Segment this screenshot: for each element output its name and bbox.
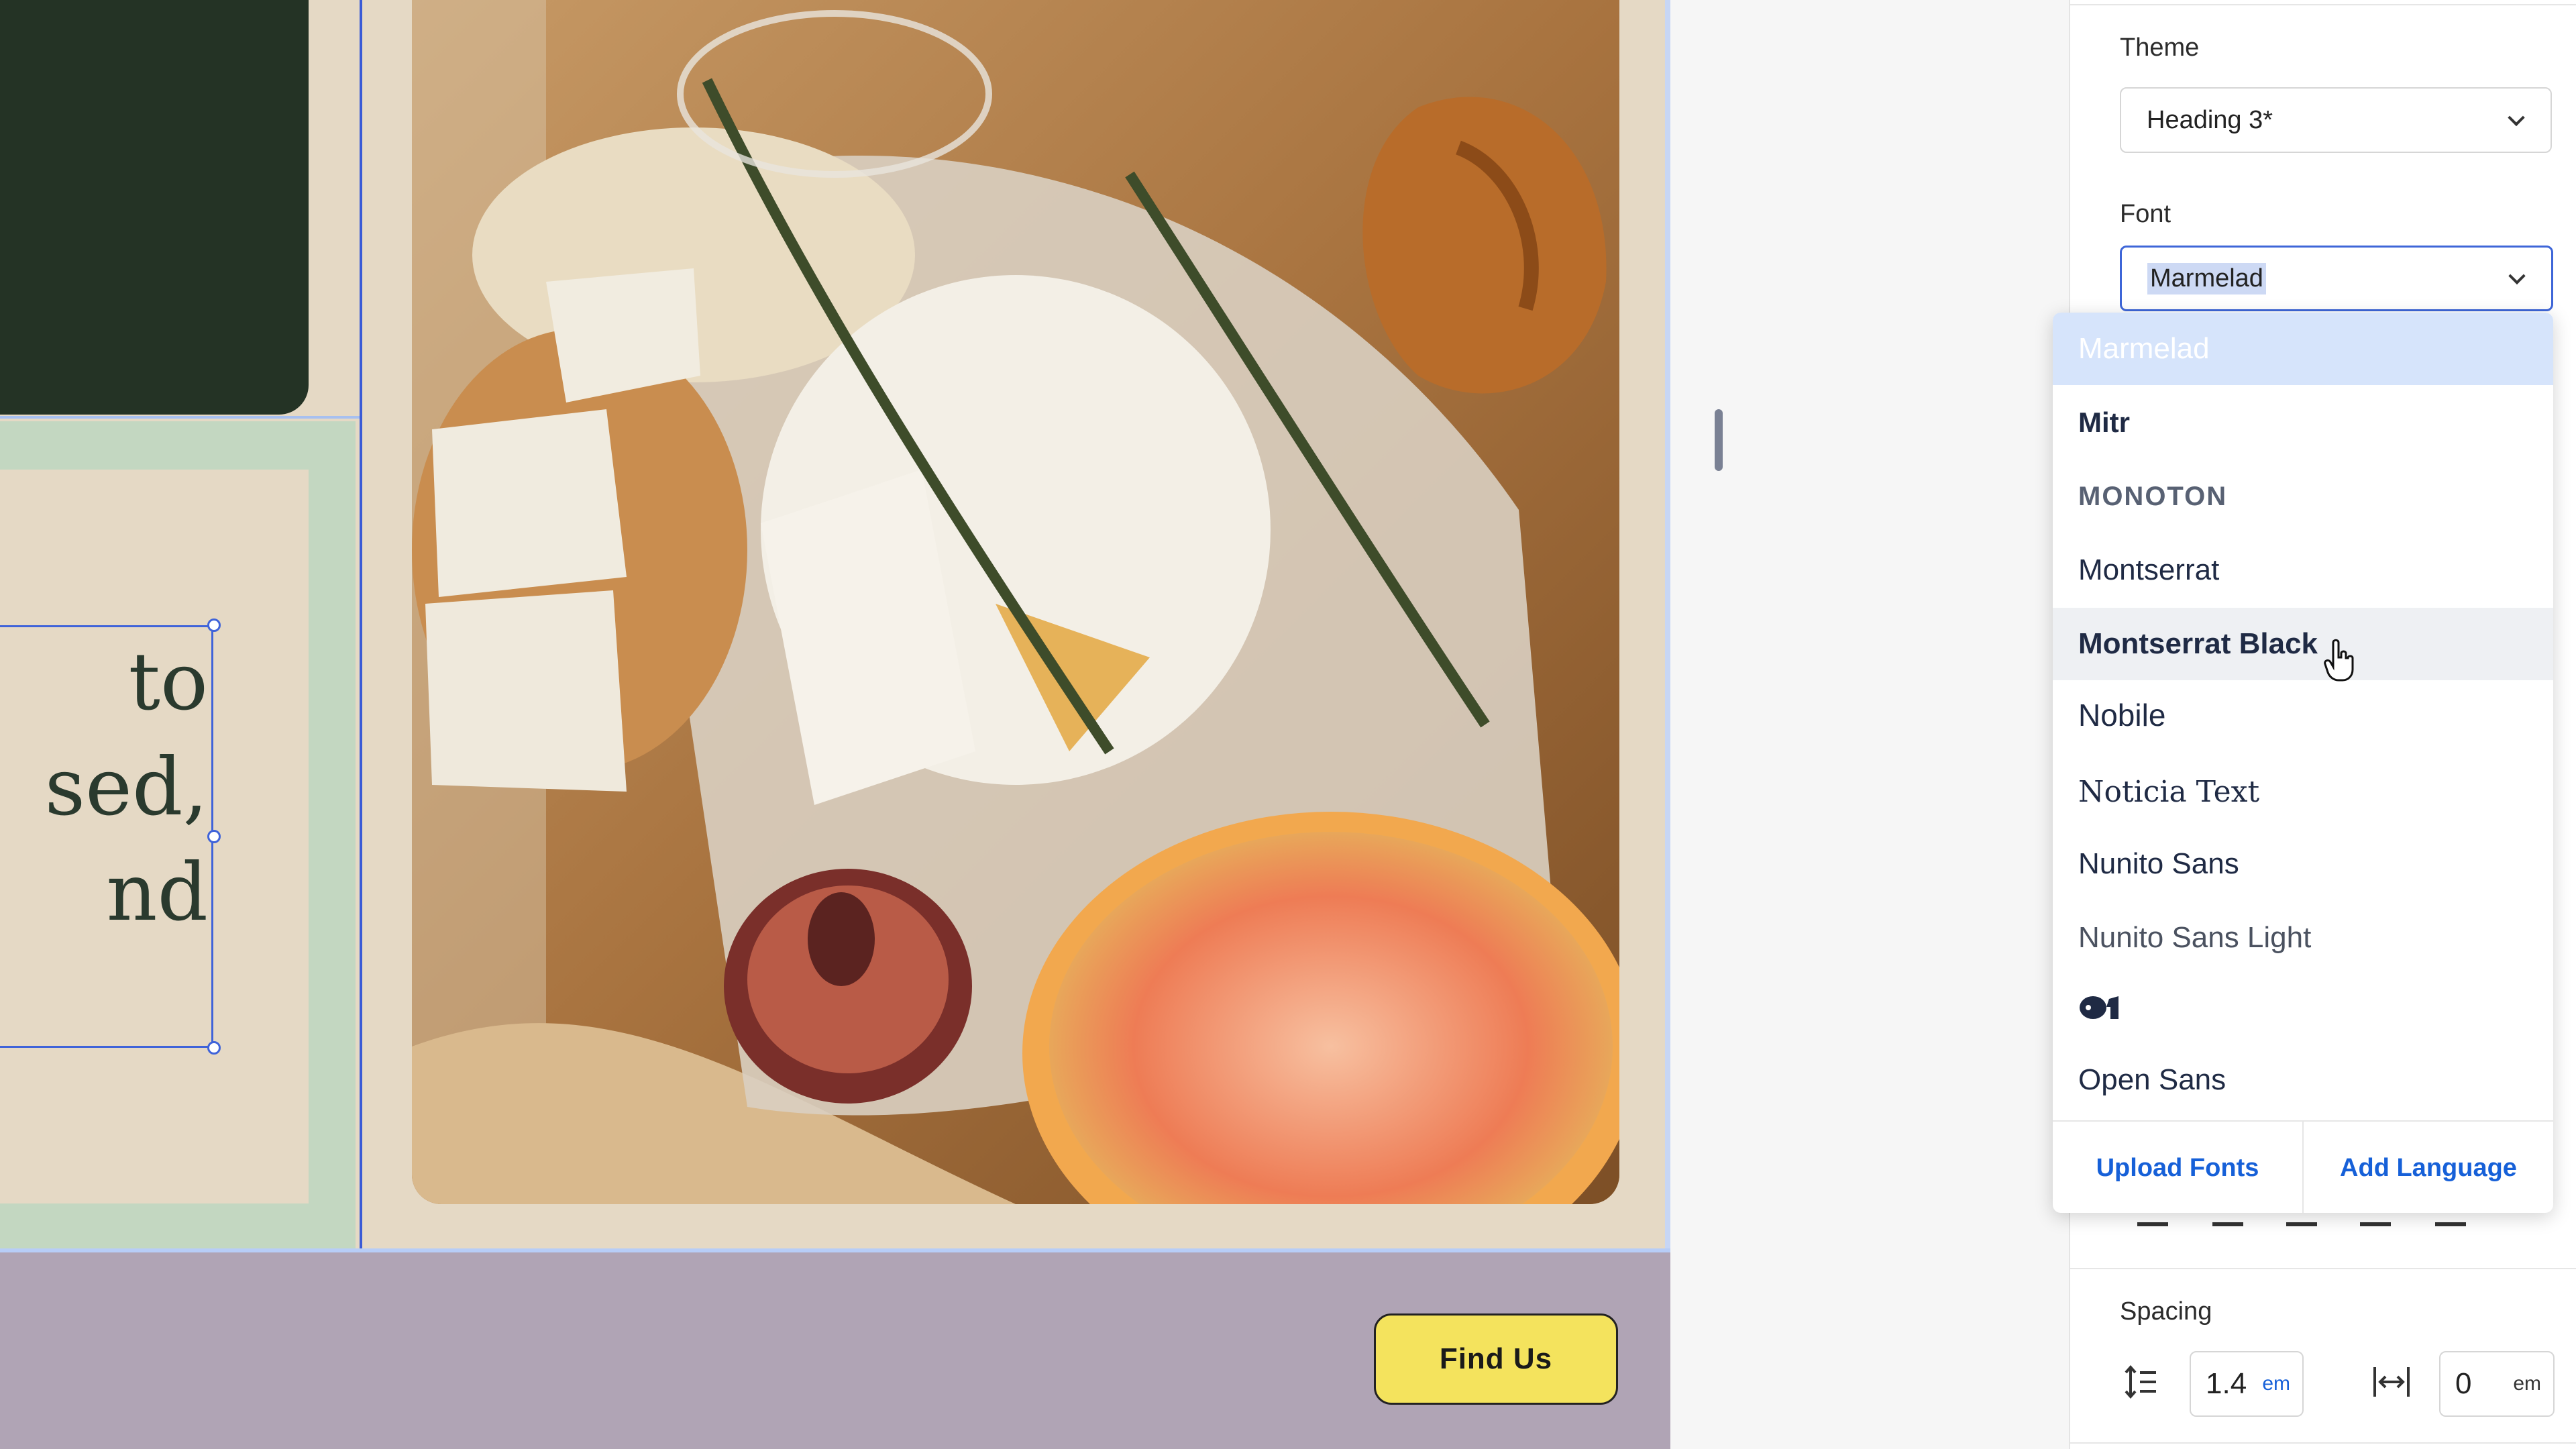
symbol-font-glyph-icon	[2080, 996, 2118, 1019]
bullet-list-icon[interactable]	[2137, 1222, 2168, 1226]
resize-handle-bottom-right[interactable]	[207, 1041, 221, 1055]
font-option-montserrat[interactable]: Montserrat	[2053, 534, 2553, 606]
line-height-value: 1.4	[2206, 1367, 2247, 1400]
find-us-button[interactable]: Find Us	[1374, 1313, 1618, 1405]
spacing-label: Spacing	[2120, 1297, 2212, 1326]
editor-canvas[interactable]: to sed, nd Find Us	[0, 0, 1670, 1449]
letter-spacing-icon	[2372, 1364, 2411, 1399]
font-option-noticia-text[interactable]: Noticia Text	[2053, 755, 2553, 828]
canvas-right-edge	[1665, 0, 1670, 1252]
numbered-list-icon[interactable]	[2212, 1222, 2243, 1226]
pointer-hand-icon	[2324, 639, 2357, 683]
text-direction-icon[interactable]	[2435, 1222, 2466, 1226]
font-option-nunito-sans[interactable]: Nunito Sans	[2053, 828, 2553, 900]
font-option-montserrat-black[interactable]: Montserrat Black	[2053, 608, 2553, 680]
add-language-link[interactable]: Add Language	[2304, 1122, 2553, 1213]
upload-fonts-link[interactable]: Upload Fonts	[2053, 1122, 2302, 1213]
font-option-marmelad[interactable]: Marmelad	[2053, 313, 2553, 385]
font-option-symbol[interactable]	[2053, 971, 2553, 1044]
cheese-board-image[interactable]	[412, 0, 1619, 1204]
dark-green-block[interactable]	[0, 0, 309, 415]
panel-bottom-divider	[2070, 1442, 2576, 1444]
text-selection-box[interactable]	[0, 625, 213, 1048]
font-option-monoton[interactable]: MONOTON	[2053, 460, 2553, 533]
cheese-board-illustration	[412, 0, 1619, 1204]
dropdown-footer: Upload Fonts Add Language	[2053, 1120, 2553, 1213]
spacing-divider	[2070, 1268, 2576, 1269]
chevron-down-icon	[2508, 267, 2526, 285]
line-height-icon	[2124, 1364, 2157, 1399]
font-dropdown-menu: Marmelad Mitr MONOTON Montserrat Montser…	[2053, 313, 2553, 1213]
letter-spacing-value: 0	[2455, 1367, 2472, 1400]
theme-label: Theme	[2120, 34, 2200, 62]
theme-select-value: Heading 3*	[2147, 105, 2273, 134]
theme-select[interactable]: Heading 3*	[2120, 87, 2552, 153]
panel-top-divider	[2070, 4, 2576, 5]
font-option-open-sans[interactable]: Open Sans	[2053, 1044, 2553, 1116]
indent-decrease-icon[interactable]	[2360, 1222, 2391, 1226]
canvas-scrollbar-thumb[interactable]	[1715, 409, 1723, 471]
font-option-nunito-sans-light[interactable]: Nunito Sans Light	[2053, 902, 2553, 974]
selection-guide-vertical	[360, 0, 362, 1252]
chevron-down-icon	[2508, 109, 2525, 127]
font-select-value: Marmelad	[2147, 262, 2266, 294]
line-height-input[interactable]: 1.4 em	[2190, 1351, 2304, 1417]
resize-handle-right[interactable]	[207, 830, 221, 843]
font-select[interactable]: Marmelad	[2120, 246, 2553, 311]
letter-spacing-input[interactable]: 0 em	[2439, 1351, 2555, 1417]
selection-guide-horizontal	[0, 416, 360, 419]
font-option-nobile[interactable]: Nobile	[2053, 679, 2553, 751]
list-icon[interactable]	[2286, 1222, 2317, 1226]
font-label: Font	[2120, 200, 2171, 228]
font-option-mitr[interactable]: Mitr	[2053, 386, 2553, 459]
resize-handle-top-right[interactable]	[207, 619, 221, 632]
letter-spacing-unit: em	[2513, 1373, 2541, 1395]
line-height-unit: em	[2262, 1373, 2290, 1395]
workspace-gutter	[1670, 0, 2069, 1449]
